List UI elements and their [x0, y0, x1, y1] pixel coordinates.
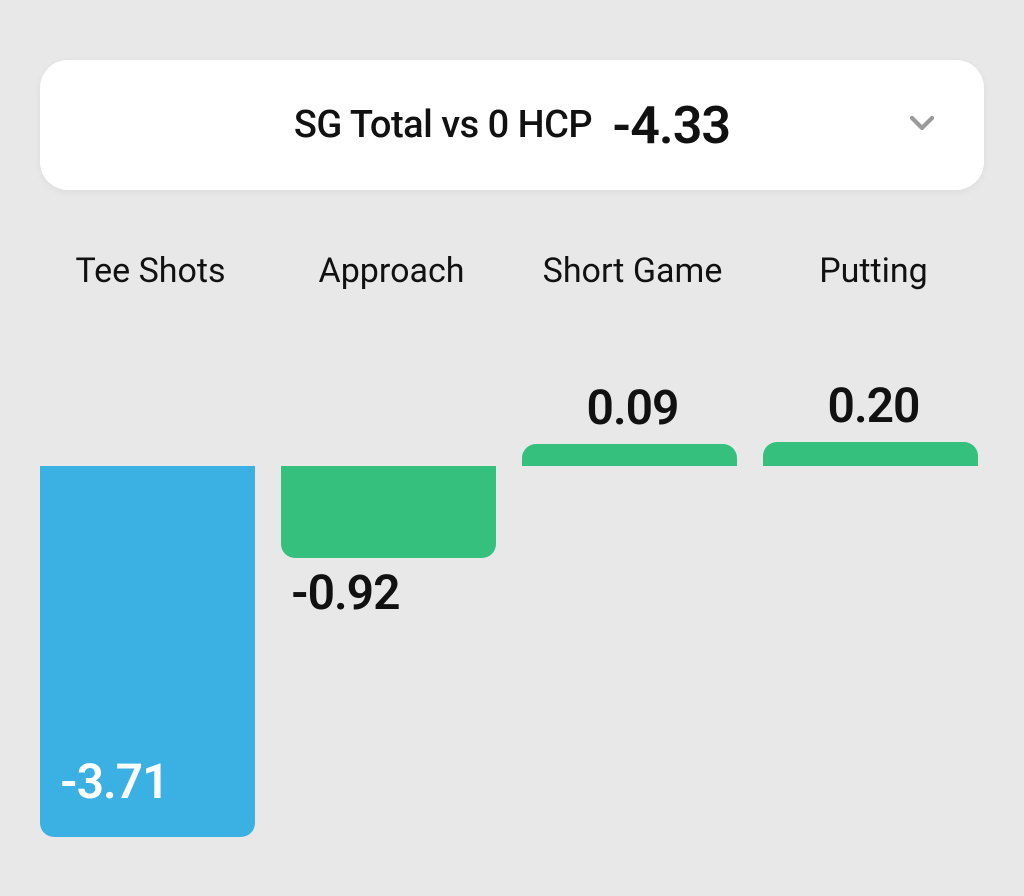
chart-column: Short Game 0.09: [522, 246, 743, 856]
bar-negative: [281, 466, 496, 558]
summary-dropdown[interactable]: SG Total vs 0 HCP -4.33: [40, 60, 984, 190]
sg-bar-chart: Tee Shots -3.71 Approach -0.92 Short Game 0.0…: [40, 246, 984, 856]
category-label: Putting: [819, 246, 928, 296]
chart-column: Tee Shots -3.71: [40, 246, 261, 856]
bar-region: -3.71: [40, 296, 261, 856]
category-label: Tee Shots: [75, 246, 225, 296]
bar-value-label: -3.71: [60, 753, 169, 810]
bar-value-label: -0.92: [291, 564, 400, 621]
bar-positive: [763, 442, 978, 466]
category-label: Approach: [319, 246, 465, 296]
summary-value: -4.33: [612, 95, 730, 156]
bar-region: 0.20: [763, 296, 984, 856]
chart-column: Putting 0.20: [763, 246, 984, 856]
bar-value-label: 0.09: [587, 379, 679, 436]
bar-region: 0.09: [522, 296, 743, 856]
bar-positive: [522, 444, 737, 466]
summary-label: SG Total vs 0 HCP: [294, 103, 592, 147]
bar-region: -0.92: [281, 296, 502, 856]
category-label: Short Game: [543, 246, 723, 296]
bar-value-label: 0.20: [828, 377, 920, 434]
chevron-down-icon: [902, 103, 942, 147]
chart-column: Approach -0.92: [281, 246, 502, 856]
